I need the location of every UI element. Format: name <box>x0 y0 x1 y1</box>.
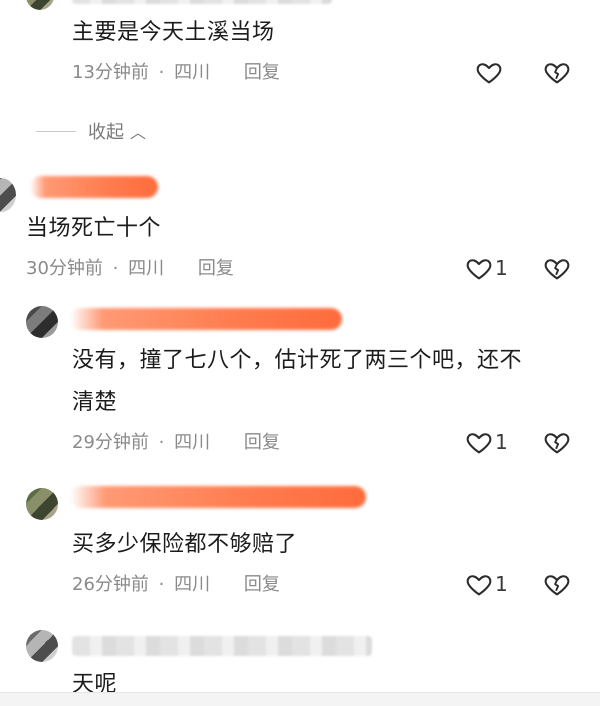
like-button[interactable] <box>472 56 506 90</box>
redacted-username <box>72 636 372 656</box>
comment-meta: 30分钟前 · 四川 回复 <box>26 256 234 282</box>
dislike-button[interactable] <box>540 426 574 460</box>
comment-time: 26分钟前 <box>72 574 149 595</box>
like-count: 1 <box>495 572 508 596</box>
comment-text: 主要是今天土溪当场 <box>72 20 275 45</box>
comment-location: 四川 <box>174 432 211 453</box>
bottom-bar <box>0 692 600 706</box>
chevron-up-icon: ︿ <box>130 123 147 142</box>
separator: · <box>158 432 165 453</box>
reply-button[interactable]: 回复 <box>244 62 280 83</box>
broken-heart-icon <box>544 259 570 280</box>
avatar[interactable] <box>26 0 54 10</box>
comment-time: 13分钟前 <box>72 62 149 83</box>
redacted-username <box>70 308 342 330</box>
separator: · <box>158 62 165 83</box>
like-count: 1 <box>495 256 508 280</box>
redacted-username <box>72 0 332 4</box>
comment-text: 没有，撞了七八个，估计死了两三个吧，还不 <box>72 348 523 373</box>
collapse-label: 收起 <box>88 122 124 143</box>
avatar[interactable] <box>26 306 58 338</box>
dislike-button[interactable] <box>540 56 574 90</box>
comment-text: 当场死亡十个 <box>26 216 162 241</box>
comment-time: 30分钟前 <box>26 258 103 279</box>
comment-location: 四川 <box>174 574 211 595</box>
avatar[interactable] <box>26 630 58 662</box>
like-button[interactable] <box>462 252 496 286</box>
dislike-button[interactable] <box>540 568 574 602</box>
heart-icon <box>466 259 492 280</box>
separator: · <box>112 258 119 279</box>
heart-icon <box>476 63 502 84</box>
broken-heart-icon <box>544 63 570 84</box>
comment-meta: 13分钟前 · 四川 回复 <box>72 60 280 86</box>
divider <box>36 130 76 132</box>
collapse-replies-button[interactable]: 收起 ︿ <box>36 118 146 144</box>
broken-heart-icon <box>544 433 570 454</box>
comment-meta: 26分钟前 · 四川 回复 <box>72 572 280 598</box>
redacted-username <box>70 486 366 508</box>
comment-text: 买多少保险都不够赔了 <box>72 532 298 557</box>
reply-button[interactable]: 回复 <box>198 258 234 279</box>
reply-button[interactable]: 回复 <box>244 432 280 453</box>
comment-meta: 29分钟前 · 四川 回复 <box>72 430 280 456</box>
comment-time: 29分钟前 <box>72 432 149 453</box>
broken-heart-icon <box>544 575 570 596</box>
redacted-username <box>30 176 158 198</box>
avatar[interactable] <box>26 488 58 520</box>
like-button[interactable] <box>462 568 496 602</box>
dislike-button[interactable] <box>540 252 574 286</box>
reply-button[interactable]: 回复 <box>244 574 280 595</box>
comment-location: 四川 <box>174 62 211 83</box>
heart-icon <box>466 575 492 596</box>
separator: · <box>158 574 165 595</box>
like-button[interactable] <box>462 426 496 460</box>
comment-location: 四川 <box>128 258 165 279</box>
comment-text-continued: 清楚 <box>72 390 118 415</box>
like-count: 1 <box>495 430 508 454</box>
heart-icon <box>466 433 492 454</box>
avatar[interactable] <box>0 178 16 212</box>
